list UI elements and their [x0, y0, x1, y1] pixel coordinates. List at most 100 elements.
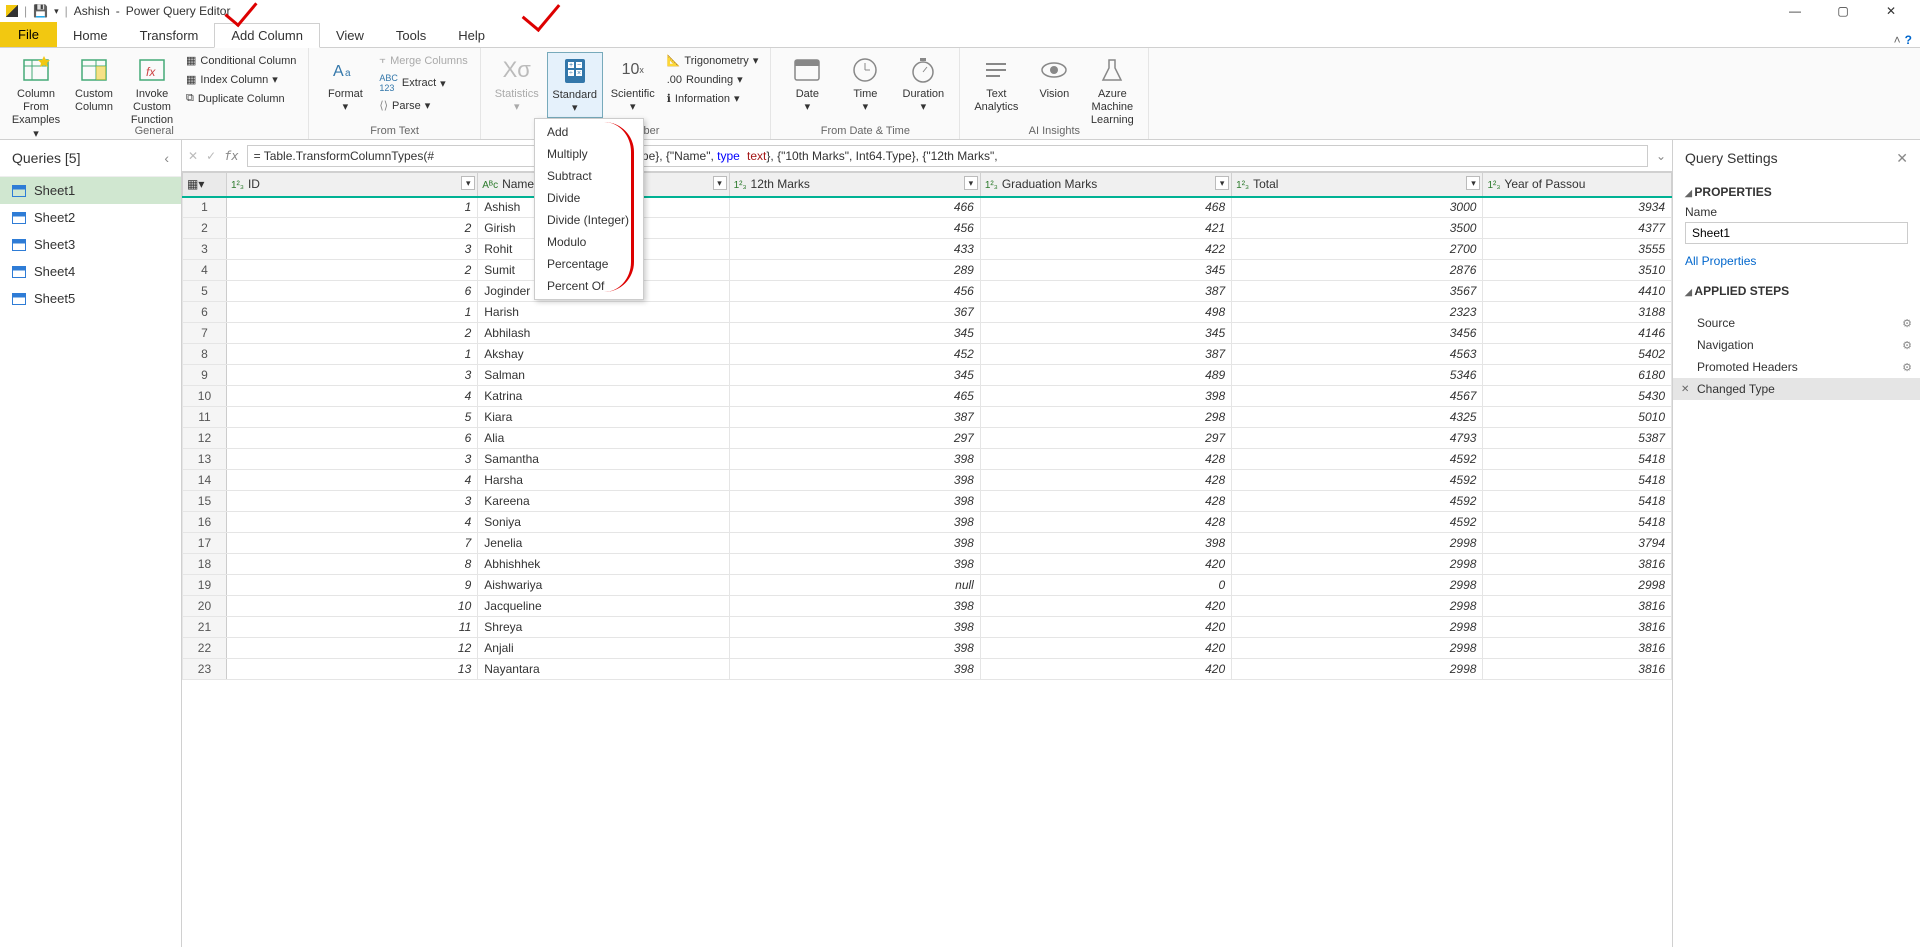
cell-grad[interactable]: 420 — [980, 617, 1231, 638]
table-row[interactable]: 81Akshay45238745635402 — [183, 344, 1672, 365]
cell-grad[interactable]: 420 — [980, 554, 1231, 575]
cell-total[interactable]: 4592 — [1232, 449, 1483, 470]
cell-12th[interactable]: 398 — [729, 659, 980, 680]
cell-grad[interactable]: 297 — [980, 428, 1231, 449]
cell-id[interactable]: 2 — [226, 323, 477, 344]
cell-total2[interactable]: 5418 — [1483, 491, 1672, 512]
cell-total[interactable]: 2998 — [1232, 638, 1483, 659]
menu-subtract[interactable]: Subtract — [535, 165, 643, 187]
cell-id[interactable]: 2 — [226, 218, 477, 239]
cell-total2[interactable]: 3816 — [1483, 659, 1672, 680]
cell-grad[interactable]: 489 — [980, 365, 1231, 386]
cell-name[interactable]: Harsha — [478, 470, 729, 491]
table-row[interactable]: 2313Nayantara39842029983816 — [183, 659, 1672, 680]
cell-total2[interactable]: 5387 — [1483, 428, 1672, 449]
information-button[interactable]: ℹ Information ▾ — [663, 90, 763, 107]
query-name-input[interactable] — [1685, 222, 1908, 244]
cell-name[interactable]: Katrina — [478, 386, 729, 407]
cell-total[interactable]: 3500 — [1232, 218, 1483, 239]
cell-total[interactable]: 5346 — [1232, 365, 1483, 386]
filter-dropdown-icon[interactable]: ▾ — [1215, 176, 1229, 190]
cell-12th[interactable]: 452 — [729, 344, 980, 365]
data-grid[interactable]: ▦▾ 1²₃ID▾ AᴮcName▾ 1²₃12th Marks▾ 1²₃Gra… — [182, 172, 1672, 680]
cell-12th[interactable]: 398 — [729, 638, 980, 659]
column-header-id[interactable]: 1²₃ID▾ — [226, 173, 477, 197]
tab-help[interactable]: Help — [442, 24, 501, 47]
table-row[interactable]: 133Samantha39842845925418 — [183, 449, 1672, 470]
maximize-button[interactable]: ▢ — [1820, 0, 1866, 22]
conditional-column-button[interactable]: ▦ Conditional Column — [182, 52, 300, 69]
formula-expand-icon[interactable]: ⌄ — [1656, 149, 1666, 163]
filter-dropdown-icon[interactable]: ▾ — [713, 176, 727, 190]
cell-12th[interactable]: 398 — [729, 491, 980, 512]
table-row[interactable]: 42Sumit28934528763510 — [183, 260, 1672, 281]
cell-id[interactable]: 3 — [226, 365, 477, 386]
cell-total2[interactable]: 3794 — [1483, 533, 1672, 554]
standard-button[interactable]: +−÷× Standard ▾ — [547, 52, 603, 118]
cell-total[interactable]: 4793 — [1232, 428, 1483, 449]
table-row[interactable]: 164Soniya39842845925418 — [183, 512, 1672, 533]
duplicate-column-button[interactable]: ⧉ Duplicate Column — [182, 90, 300, 107]
help-icon[interactable]: ? — [1905, 33, 1912, 47]
cell-name[interactable]: Aishwariya — [478, 575, 729, 596]
cell-id[interactable]: 9 — [226, 575, 477, 596]
text-analytics-button[interactable]: Text Analytics — [968, 52, 1024, 116]
rounding-button[interactable]: .00 Rounding ▾ — [663, 71, 763, 88]
cell-total2[interactable]: 4410 — [1483, 281, 1672, 302]
cell-id[interactable]: 3 — [226, 491, 477, 512]
cell-12th[interactable]: 398 — [729, 512, 980, 533]
table-row[interactable]: 104Katrina46539845675430 — [183, 386, 1672, 407]
cell-id[interactable]: 3 — [226, 449, 477, 470]
cell-total2[interactable]: 3816 — [1483, 617, 1672, 638]
cell-id[interactable]: 13 — [226, 659, 477, 680]
cell-total[interactable]: 2700 — [1232, 239, 1483, 260]
cell-grad[interactable]: 428 — [980, 512, 1231, 533]
filter-dropdown-icon[interactable]: ▾ — [1466, 176, 1480, 190]
index-column-button[interactable]: ▦ Index Column ▾ — [182, 71, 300, 88]
table-row[interactable]: 2010Jacqueline39842029983816 — [183, 596, 1672, 617]
cell-id[interactable]: 12 — [226, 638, 477, 659]
menu-divide-integer[interactable]: Divide (Integer) — [535, 209, 643, 231]
cell-grad[interactable]: 387 — [980, 281, 1231, 302]
cell-grad[interactable]: 498 — [980, 302, 1231, 323]
cell-total[interactable]: 4567 — [1232, 386, 1483, 407]
cell-name[interactable]: Jacqueline — [478, 596, 729, 617]
column-header-year[interactable]: 1²₃Year of Passou — [1483, 173, 1672, 197]
tab-file[interactable]: File — [0, 22, 57, 47]
trigonometry-button[interactable]: 📐 Trigonometry ▾ — [663, 52, 763, 69]
menu-add[interactable]: Add — [535, 121, 643, 143]
table-row[interactable]: 126Alia29729747935387 — [183, 428, 1672, 449]
query-item[interactable]: Sheet5 — [0, 285, 181, 312]
vision-button[interactable]: Vision — [1026, 52, 1082, 103]
table-row[interactable]: 22Girish45642135004377 — [183, 218, 1672, 239]
cell-grad[interactable]: 420 — [980, 659, 1231, 680]
cell-total[interactable]: 4563 — [1232, 344, 1483, 365]
cell-id[interactable]: 3 — [226, 239, 477, 260]
table-row[interactable]: 72Abhilash34534534564146 — [183, 323, 1672, 344]
cell-12th[interactable]: 456 — [729, 281, 980, 302]
cell-grad[interactable]: 420 — [980, 638, 1231, 659]
applied-step[interactable]: Navigation⚙ — [1673, 334, 1920, 356]
gear-icon[interactable]: ⚙ — [1902, 317, 1912, 330]
tab-tools[interactable]: Tools — [380, 24, 442, 47]
cell-name[interactable]: Anjali — [478, 638, 729, 659]
gear-icon[interactable]: ⚙ — [1902, 339, 1912, 352]
table-row[interactable]: 188Abhishhek39842029983816 — [183, 554, 1672, 575]
cell-total2[interactable]: 3934 — [1483, 197, 1672, 218]
qat-save-icon[interactable]: 💾 — [33, 4, 48, 18]
cell-name[interactable]: Shreya — [478, 617, 729, 638]
cell-grad[interactable]: 387 — [980, 344, 1231, 365]
all-properties-link[interactable]: All Properties — [1685, 254, 1756, 268]
cell-total[interactable]: 3567 — [1232, 281, 1483, 302]
fx-icon[interactable]: fx — [224, 149, 238, 163]
applied-step[interactable]: Promoted Headers⚙ — [1673, 356, 1920, 378]
cell-id[interactable]: 4 — [226, 386, 477, 407]
cell-12th[interactable]: 387 — [729, 407, 980, 428]
cell-name[interactable]: Akshay — [478, 344, 729, 365]
cell-name[interactable]: Soniya — [478, 512, 729, 533]
formula-input[interactable]: = Table.TransformColumnTypes(#{{"ID", In… — [247, 145, 1648, 167]
menu-multiply[interactable]: Multiply — [535, 143, 643, 165]
cell-total2[interactable]: 5418 — [1483, 512, 1672, 533]
cell-id[interactable]: 7 — [226, 533, 477, 554]
cell-12th[interactable]: 465 — [729, 386, 980, 407]
